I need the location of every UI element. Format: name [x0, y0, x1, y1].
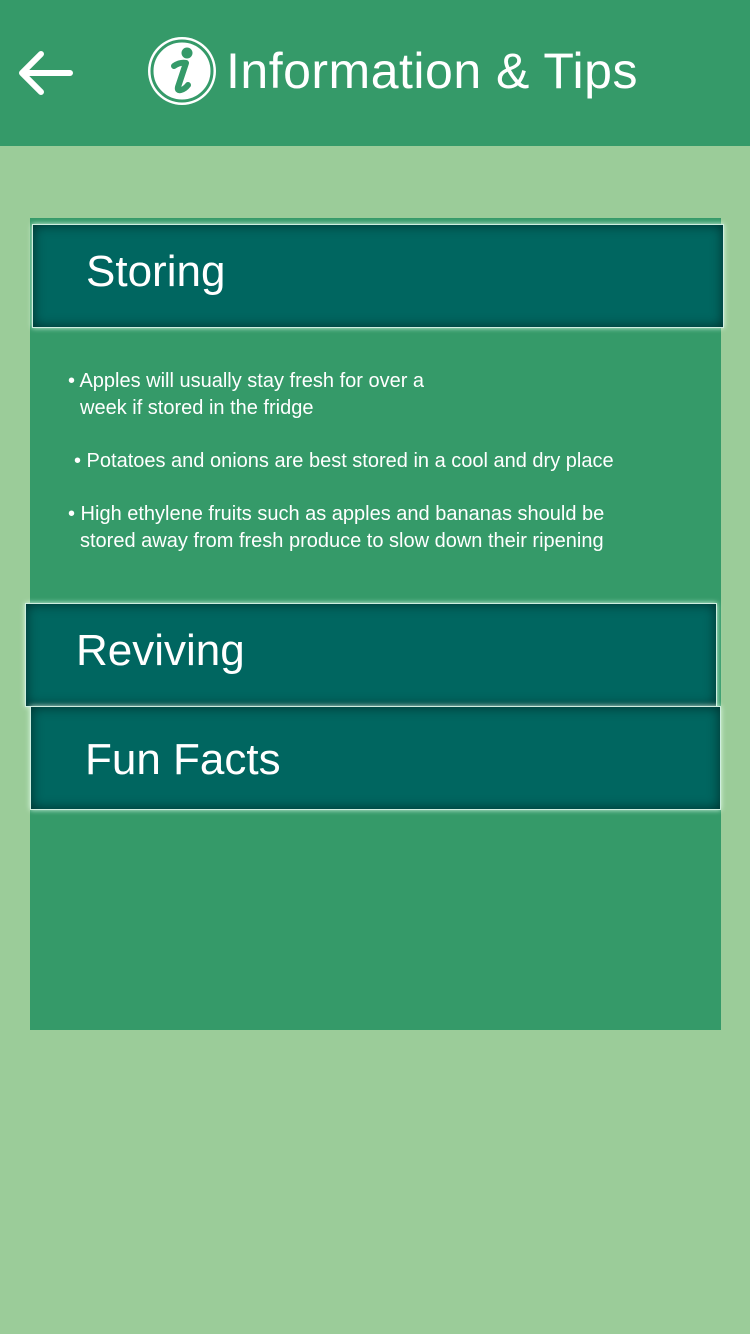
section-header-storing[interactable]: Storing [32, 224, 724, 328]
content-panel: Storing • Apples will usually stay fresh… [25, 218, 724, 1030]
tip-item: • High ethylene fruits such as apples an… [68, 501, 604, 555]
app-bar: Information & Tips [0, 0, 750, 146]
section-label-storing: Storing [86, 247, 226, 296]
title-group: Information & Tips [146, 34, 638, 108]
arrow-left-icon [19, 51, 73, 95]
tip-line: • Potatoes and onions are best stored in… [74, 450, 614, 472]
info-icon [148, 37, 216, 105]
section-header-reviving[interactable]: Reviving [25, 603, 717, 707]
tip-line: • Apples will usually stay fresh for ove… [68, 370, 425, 392]
tip-line: week if stored in the fridge [80, 397, 314, 419]
tip-item: • Apples will usually stay fresh for ove… [68, 368, 424, 422]
section-label-reviving: Reviving [76, 626, 245, 675]
section-header-fun-facts[interactable]: Fun Facts [30, 706, 721, 810]
tip-line: stored away from fresh produce to slow d… [80, 530, 604, 552]
section-label-fun-facts: Fun Facts [85, 735, 281, 784]
tip-item: • Potatoes and onions are best stored in… [74, 448, 614, 475]
page-title: Information & Tips [226, 43, 638, 99]
tip-line: • High ethylene fruits such as apples an… [68, 503, 605, 525]
back-button[interactable] [14, 44, 76, 102]
